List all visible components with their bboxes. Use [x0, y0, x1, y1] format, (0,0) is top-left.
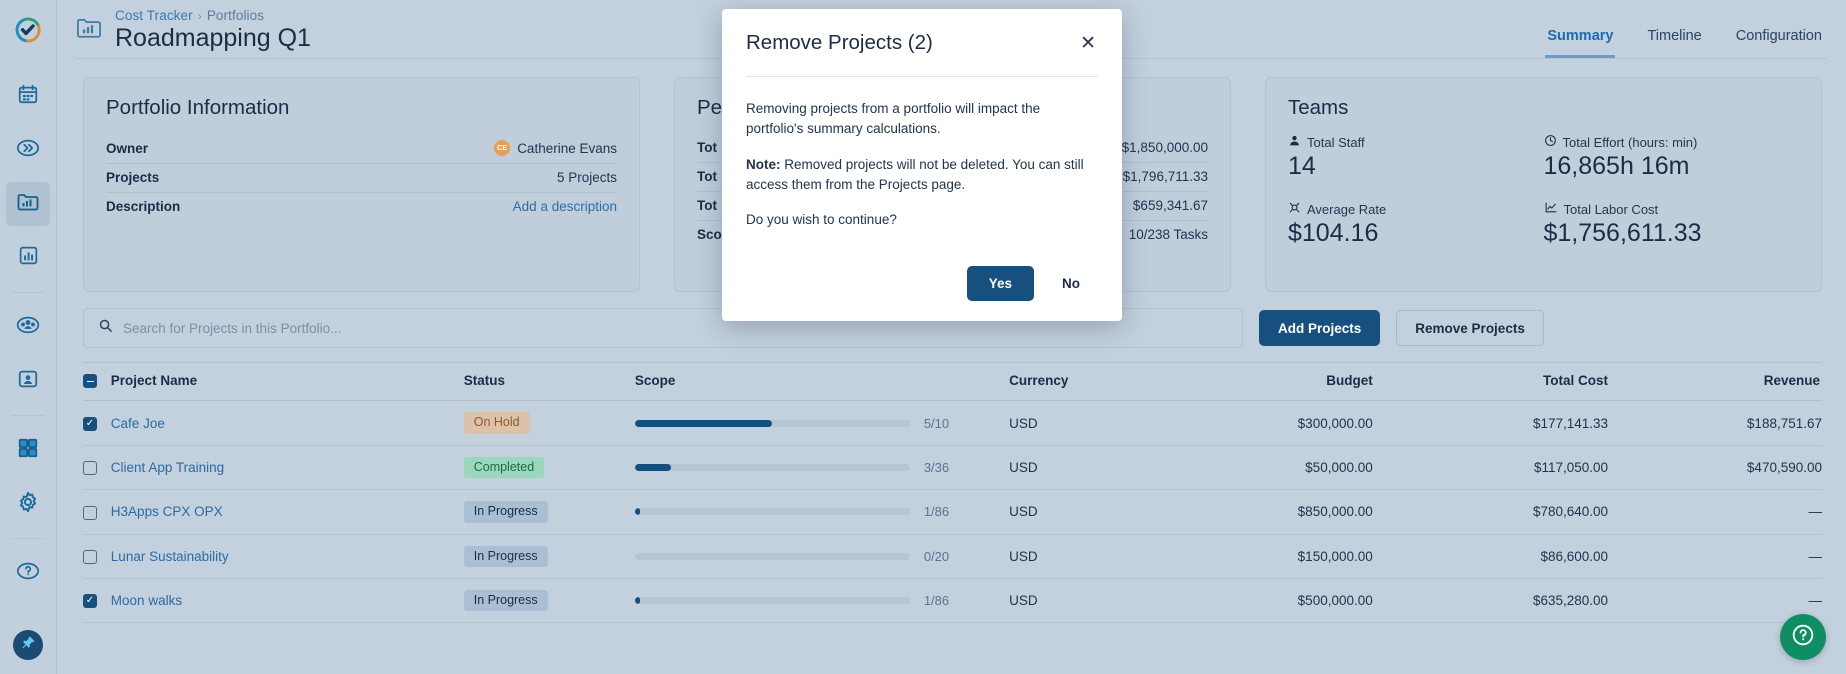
modal-body: Removing projects from a portfolio will …	[746, 99, 1098, 230]
modal-no-button[interactable]: No	[1044, 266, 1098, 301]
modal-paragraph-1: Removing projects from a portfolio will …	[746, 101, 1041, 137]
modal-note-text: Removed projects will not be deleted. Yo…	[746, 156, 1084, 192]
modal-question: Do you wish to continue?	[746, 212, 897, 227]
modal-note: Note: Removed projects will not be delet…	[746, 155, 1098, 196]
modal-divider	[746, 76, 1098, 77]
modal-actions: Yes No	[746, 266, 1098, 302]
modal-title: Remove Projects (2)	[746, 31, 933, 54]
close-icon[interactable]: ✕	[1078, 31, 1098, 56]
app-root: Cost Tracker › Portfolios Roadmapping Q1 S…	[0, 0, 1846, 674]
remove-projects-modal: Remove Projects (2) ✕ Removing projects …	[722, 9, 1122, 322]
modal-yes-button[interactable]: Yes	[966, 266, 1034, 302]
modal-header: Remove Projects (2) ✕	[746, 31, 1098, 56]
modal-note-label: Note:	[746, 156, 781, 172]
